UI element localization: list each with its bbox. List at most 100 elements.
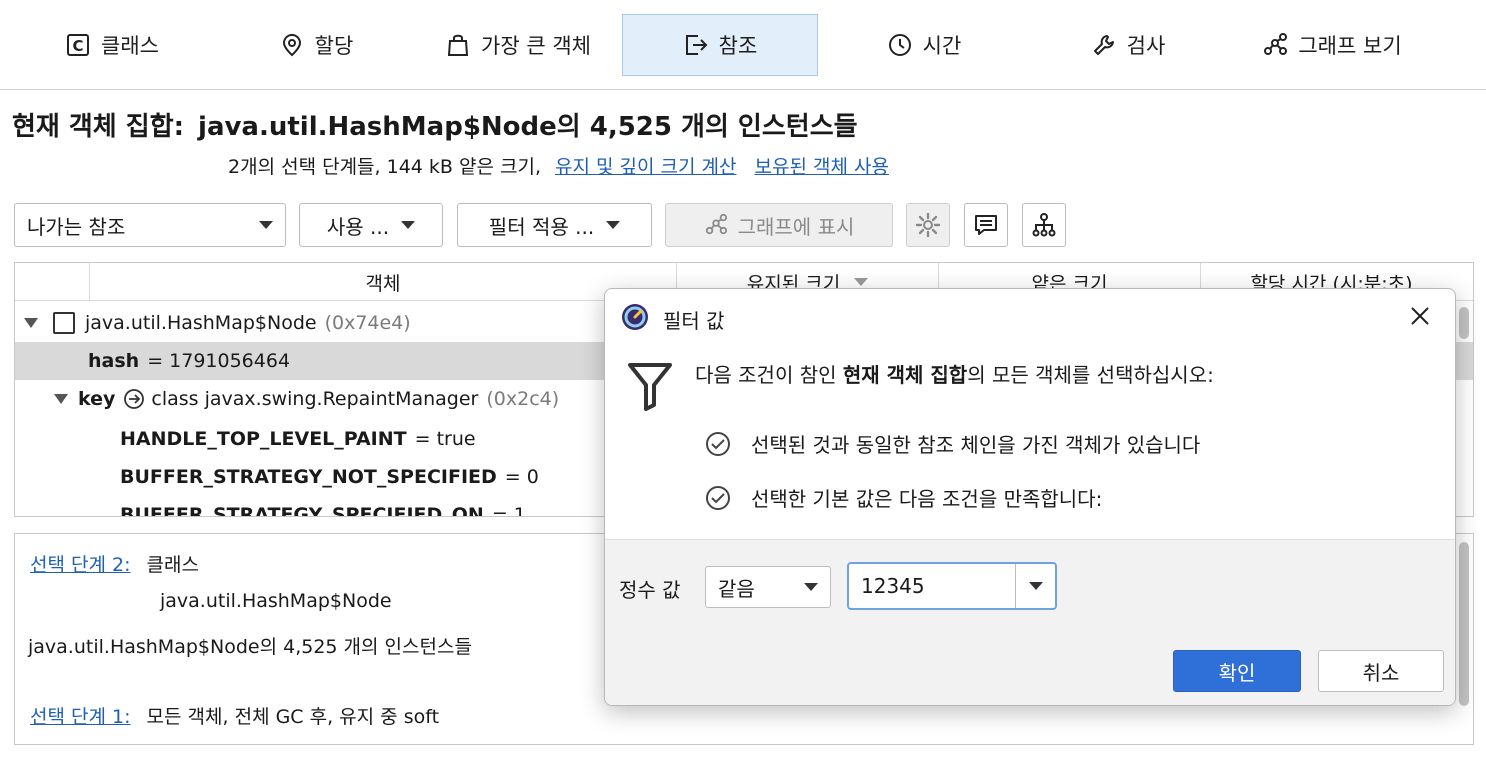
object-id: (0x74e4) — [324, 312, 411, 334]
title-prefix: 현재 객체 집합: — [12, 112, 185, 142]
cancel-button[interactable]: 취소 — [1318, 650, 1444, 692]
summary-text: 2개의 선택 단계들, 144 kB 얕은 크기, — [228, 156, 541, 178]
chevron-down-icon — [804, 583, 818, 591]
object-label: class javax.swing.RepaintManager — [151, 388, 479, 410]
chevron-down-icon — [1028, 582, 1043, 590]
svg-text:C: C — [73, 37, 84, 55]
settings-button[interactable] — [906, 203, 950, 247]
app-logo-icon — [622, 304, 648, 330]
step-2-kind: 클래스 — [146, 554, 199, 576]
dialog-message: 다음 조건이 참인 현재 객체 집합의 모든 객체를 선택하십시오: — [695, 359, 1214, 388]
filter-value-dialog: 필터 값 다음 조건이 참인 현재 객체 집합의 모든 객체를 선택하십시오: … — [604, 288, 1456, 706]
tab-graph[interactable]: 그래프 보기 — [1234, 14, 1430, 76]
tab-inspections[interactable]: 검사 — [1030, 14, 1226, 76]
show-in-graph-label: 그래프에 표시 — [737, 214, 855, 239]
step-1-description: 모든 객체, 전체 GC 후, 유지 중 soft — [146, 706, 440, 728]
step-2-result: java.util.HashMap$Node의 4,525 개의 인스턴스들 — [28, 636, 472, 658]
reference-mode-select[interactable]: 나가는 참조 — [14, 203, 286, 247]
column-object[interactable]: 객체 — [89, 263, 676, 301]
close-icon[interactable] — [1407, 303, 1433, 329]
filter-funnel-icon — [628, 363, 672, 411]
tab-label: 참조 — [718, 34, 758, 58]
class-icon: C — [67, 34, 90, 56]
reference-mode-value: 나가는 참조 — [27, 214, 126, 239]
use-menu-button[interactable]: 사용 ... — [299, 203, 443, 247]
page-title: 현재 객체 집합: java.util.HashMap$Node의 4,525 개… — [12, 106, 858, 143]
expand-triangle-icon[interactable] — [54, 394, 68, 404]
field-value: = 0 — [504, 466, 539, 488]
object-set-summary: 2개의 선택 단계들, 144 kB 얕은 크기, 유지 및 깊이 크기 계산 보유… — [228, 152, 889, 179]
field-name: HANDLE_TOP_LEVEL_PAINT — [120, 428, 407, 450]
tab-classes[interactable]: C 클래스 — [14, 14, 210, 76]
gear-icon — [915, 212, 941, 238]
tab-biggest-objects[interactable]: 가장 큰 객체 — [418, 14, 618, 76]
integer-value-label: 정수 값 — [619, 578, 681, 602]
tree-scrollbar[interactable] — [1459, 307, 1469, 339]
view-tab-bar: C 클래스 할당 가장 큰 객체 참조 시간 검사 그래프 보기 — [0, 0, 1486, 90]
step-2-class: java.util.HashMap$Node — [160, 590, 392, 612]
tab-label: 시간 — [922, 34, 962, 58]
condition-text: 선택된 것과 동일한 참조 체인을 가진 객체가 있습니다 — [751, 433, 1201, 457]
apply-filter-button[interactable]: 필터 적용 ... — [457, 203, 652, 247]
expand-triangle-icon[interactable] — [24, 318, 38, 328]
tab-label: 검사 — [1126, 34, 1166, 58]
ok-button[interactable]: 확인 — [1173, 650, 1301, 692]
check-circle-icon — [706, 485, 730, 510]
apply-filter-label: 필터 적용 ... — [488, 214, 595, 239]
hierarchy-button[interactable] — [1022, 203, 1066, 247]
clock-icon — [888, 34, 911, 56]
export-arrow-icon — [685, 35, 708, 55]
selection-step-1-link[interactable]: 선택 단계 1: — [30, 706, 131, 728]
tab-label: 클래스 — [101, 34, 159, 58]
use-retained-objects-link[interactable]: 보유된 객체 사용 — [754, 156, 888, 178]
selection-step-2-link[interactable]: 선택 단계 2: — [30, 554, 131, 576]
hierarchy-icon — [1032, 213, 1056, 237]
comment-icon — [975, 215, 997, 235]
field-name: key — [78, 388, 116, 410]
current-object-set: java.util.HashMap$Node의 4,525 개의 인스턴스들 — [198, 112, 858, 142]
condition-primitive-value: 선택한 기본 값은 다음 조건을 만족합니다: — [705, 483, 1102, 512]
object-label: java.util.HashMap$Node — [85, 312, 317, 334]
checkbox[interactable] — [53, 312, 75, 334]
condition-text: 선택한 기본 값은 다음 조건을 만족합니다: — [751, 487, 1103, 511]
condition-same-reference-chain: 선택된 것과 동일한 참조 체인을 가진 객체가 있습니다 — [705, 429, 1200, 458]
use-menu-label: 사용 ... — [326, 214, 390, 239]
field-name: BUFFER_STRATEGY_SPECIFIED_ON — [120, 504, 484, 517]
value-input[interactable] — [859, 572, 1009, 600]
show-in-graph-button[interactable]: 그래프에 표시 — [665, 203, 893, 247]
field-value: = 1 — [491, 504, 526, 517]
object-id: (0x2c4) — [486, 388, 560, 410]
field-name: BUFFER_STRATEGY_NOT_SPECIFIED — [120, 466, 497, 488]
message-pre: 다음 조건이 참인 — [695, 363, 843, 387]
graph-nodes-icon — [1264, 33, 1288, 55]
sort-descending-icon — [854, 278, 869, 286]
check-circle-icon — [706, 431, 730, 456]
chevron-down-icon — [259, 221, 273, 229]
chevron-down-icon — [606, 221, 621, 229]
chevron-down-icon — [401, 221, 416, 229]
graph-nodes-icon — [705, 213, 727, 235]
operator-select[interactable]: 같음 — [705, 566, 831, 608]
tab-label: 할당 — [314, 34, 354, 58]
operator-value: 같음 — [718, 576, 755, 601]
dialog-value-area: 정수 값 같음 확인 취소 — [605, 539, 1455, 705]
field-value: = true — [414, 428, 476, 450]
tab-allocations[interactable]: 할당 — [218, 14, 414, 76]
dialog-title: 필터 값 — [663, 309, 725, 333]
bag-icon — [447, 34, 469, 56]
navigate-arrow-icon[interactable] — [123, 388, 145, 410]
compute-retained-sizes-link[interactable]: 유지 및 깊이 크기 계산 — [555, 156, 736, 178]
comment-button[interactable] — [964, 203, 1008, 247]
value-combobox[interactable] — [847, 562, 1057, 610]
tab-references[interactable]: 참조 — [622, 14, 818, 76]
message-bold: 현재 객체 집합 — [842, 363, 968, 387]
wrench-icon — [1093, 35, 1114, 55]
tab-label: 그래프 보기 — [1298, 34, 1402, 58]
location-pin-icon — [282, 33, 301, 57]
value-dropdown-button[interactable] — [1015, 564, 1055, 608]
field-value: = 1791056464 — [147, 350, 291, 372]
tab-time[interactable]: 시간 — [826, 14, 1022, 76]
detail-scrollbar[interactable] — [1459, 542, 1469, 706]
tab-label: 가장 큰 객체 — [481, 34, 591, 58]
message-post: 의 모든 객체를 선택하십시오: — [967, 363, 1214, 387]
